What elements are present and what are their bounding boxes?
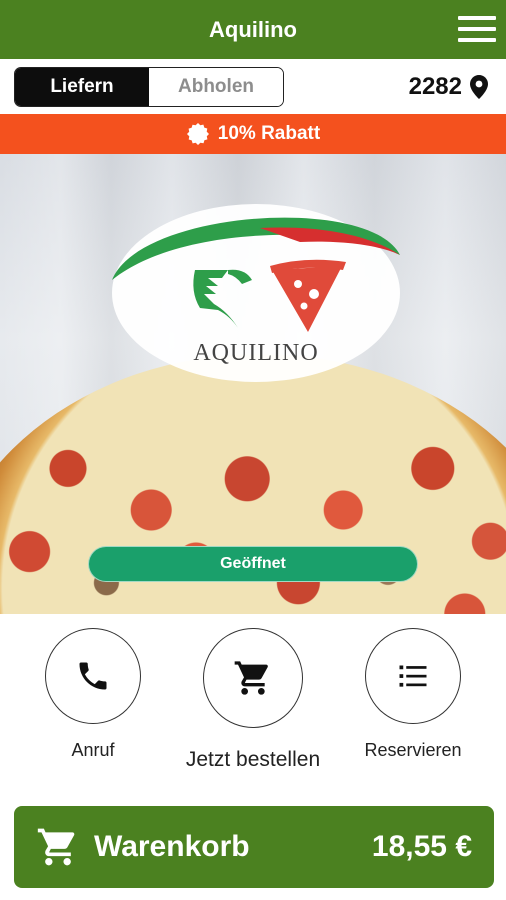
discount-text: 10% Rabatt [217,123,321,144]
list-icon [399,665,427,687]
hamburger-menu-icon[interactable] [458,14,496,44]
app-bar: Aquilino [0,0,506,59]
order-mode-toggle: Liefern Abholen [14,67,284,107]
order-now-action[interactable]: Jetzt bestellen [178,628,328,772]
toggle-pickup[interactable]: Abholen [149,68,283,106]
postal-code: 2282 [408,73,462,100]
cart-icon [37,828,75,866]
restaurant-logo: AQUILINO [112,204,400,382]
hero-image: AQUILINO Geöffnet [0,154,506,614]
call-action[interactable]: Anruf [18,628,168,761]
postal-code-selector[interactable]: 2282 [409,72,488,102]
order-now-label: Jetzt bestellen [185,748,321,771]
reserve-button[interactable] [365,628,461,724]
open-status-button[interactable]: Geöffnet [88,546,418,582]
location-pin-icon [470,75,488,99]
reserve-action[interactable]: Reservieren [338,628,488,761]
discount-badge-icon [186,123,209,145]
cart-total: 18,55 € [371,830,472,863]
toggle-delivery[interactable]: Liefern [15,68,149,106]
call-button[interactable] [45,628,141,724]
logo-text: AQUILINO [193,340,318,366]
cart-button[interactable]: Warenkorb 18,55 € [14,806,494,888]
cart-label: Warenkorb [94,830,250,863]
discount-banner[interactable]: 10% Rabatt [0,114,506,154]
cart-icon [234,661,268,695]
phone-icon [79,662,107,690]
order-options-bar: Liefern Abholen 2282 [0,59,506,114]
reserve-label: Reservieren [364,740,462,760]
app-title: Aquilino [209,17,297,42]
quick-actions: Anruf Jetzt bestellen Reservieren [0,614,506,804]
order-now-button[interactable] [203,628,303,728]
call-label: Anruf [71,740,115,760]
